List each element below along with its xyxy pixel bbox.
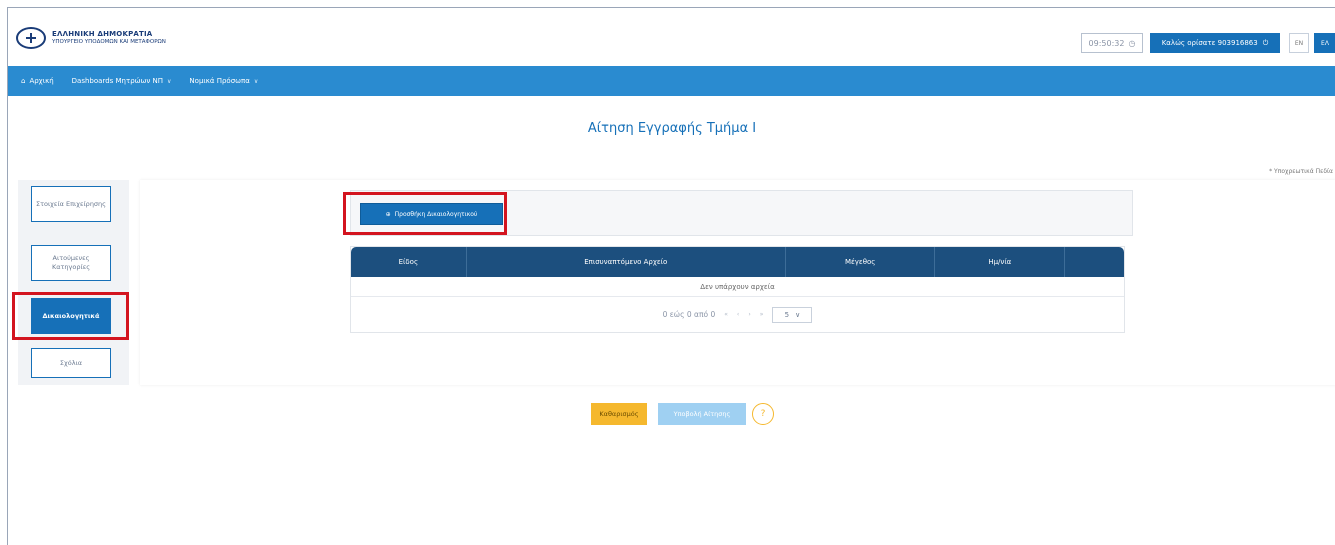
column-header-type[interactable]: Είδος (351, 247, 467, 277)
user-welcome-button[interactable]: Καλώς ορίσατε 903916863 ⏻ (1150, 33, 1280, 53)
chevron-down-icon: ∨ (167, 77, 172, 85)
required-fields-note: * Υποχρεωτικά Πεδία (1269, 168, 1333, 175)
logo-line-2: ΥΠΟΥΡΓΕΙΟ ΥΠΟΔΟΜΩΝ ΚΑΙ ΜΕΤΑΦΟΡΩΝ (52, 39, 166, 45)
page-title: Αίτηση Εγγραφής Τμήμα Ι (587, 121, 757, 136)
column-header-size[interactable]: Μέγεθος (786, 247, 936, 277)
language-en-button[interactable]: EN (1289, 33, 1309, 53)
chevron-down-icon: ∨ (253, 77, 259, 85)
chevron-down-icon: ∨ (795, 310, 801, 319)
top-header: ΕΛΛΗΝΙΚΗ ΔΗΜΟΚΡΑΤΙΑ ΥΠΟΥΡΓΕΙΟ ΥΠΟΔΟΜΩΝ Κ… (8, 8, 1335, 66)
app-frame: ΕΛΛΗΝΙΚΗ ΔΗΜΟΚΡΑΤΙΑ ΥΠΟΥΡΓΕΙΟ ΥΠΟΔΟΜΩΝ Κ… (7, 7, 1335, 545)
page-size-value: 5 (784, 310, 790, 319)
table-header: Είδος Επισυναπτόμενο Αρχείο Μέγεθος Ημ/ν… (351, 247, 1124, 277)
nav-legal-entities-label: Νομικά Πρόσωπα (189, 77, 250, 85)
first-page-icon[interactable]: « (724, 311, 728, 318)
nav-legal-entities[interactable]: Νομικά Πρόσωπα ∨ (189, 77, 258, 85)
column-header-actions (1065, 247, 1124, 277)
logo-line-1: ΕΛΛΗΝΙΚΗ ΔΗΜΟΚΡΑΤΙΑ (52, 30, 153, 38)
home-icon: ⌂ (21, 77, 26, 85)
help-icon[interactable]: ? (752, 403, 774, 425)
power-icon: ⏻ (1262, 38, 1269, 47)
highlight-box-add-button (343, 192, 507, 235)
nav-home-label: Αρχική (29, 77, 54, 85)
main-nav: ⌂ Αρχική Dashboards Μητρώων ΝΠ ∨ Νομικά … (8, 66, 1335, 96)
next-page-icon[interactable]: › (748, 311, 750, 318)
column-header-attached-file[interactable]: Επισυναπτόμενο Αρχείο (467, 247, 786, 277)
language-el-button[interactable]: ΕΛ (1314, 33, 1335, 53)
sidebar-item-company-details[interactable]: Στοιχεία Επιχείρησης (31, 186, 111, 222)
sidebar-item-requested-categories[interactable]: Αιτούμενες Κατηγορίες (31, 245, 111, 281)
last-page-icon[interactable]: » (760, 311, 764, 318)
column-header-date[interactable]: Ημ/νία (935, 247, 1066, 277)
documents-table: Είδος Επισυναπτόμενο Αρχείο Μέγεθος Ημ/ν… (350, 246, 1125, 333)
welcome-text: Καλώς ορίσατε 903916863 (1161, 39, 1258, 47)
nav-dashboards[interactable]: Dashboards Μητρώων ΝΠ ∨ (72, 77, 172, 85)
table-pagination: 0 εώς 0 από 0 « ‹ › » 5 ∨ (351, 297, 1124, 332)
empty-table-message: Δεν υπάρχουν αρχεία (351, 277, 1124, 297)
nav-dashboards-label: Dashboards Μητρώων ΝΠ (71, 77, 164, 85)
submit-application-button[interactable]: Υποβολή Αίτησης (658, 403, 746, 425)
session-timer: 09:50:32 ◷ (1081, 33, 1143, 53)
greek-emblem-icon (16, 27, 46, 49)
nav-home[interactable]: ⌂ Αρχική (21, 77, 54, 85)
session-timer-value: 09:50:32 (1088, 38, 1125, 48)
prev-page-icon[interactable]: ‹ (737, 311, 739, 318)
ministry-logo[interactable]: ΕΛΛΗΝΙΚΗ ΔΗΜΟΚΡΑΤΙΑ ΥΠΟΥΡΓΕΙΟ ΥΠΟΔΟΜΩΝ Κ… (16, 27, 166, 49)
page-size-select[interactable]: 5 ∨ (772, 306, 813, 323)
clear-button[interactable]: Καθαρισμός (591, 403, 647, 425)
clock-icon: ◷ (1128, 38, 1136, 48)
sidebar-item-comments[interactable]: Σχόλια (31, 348, 111, 378)
highlight-box-sidebar (12, 292, 129, 340)
pagination-range: 0 εώς 0 από 0 (662, 310, 716, 319)
